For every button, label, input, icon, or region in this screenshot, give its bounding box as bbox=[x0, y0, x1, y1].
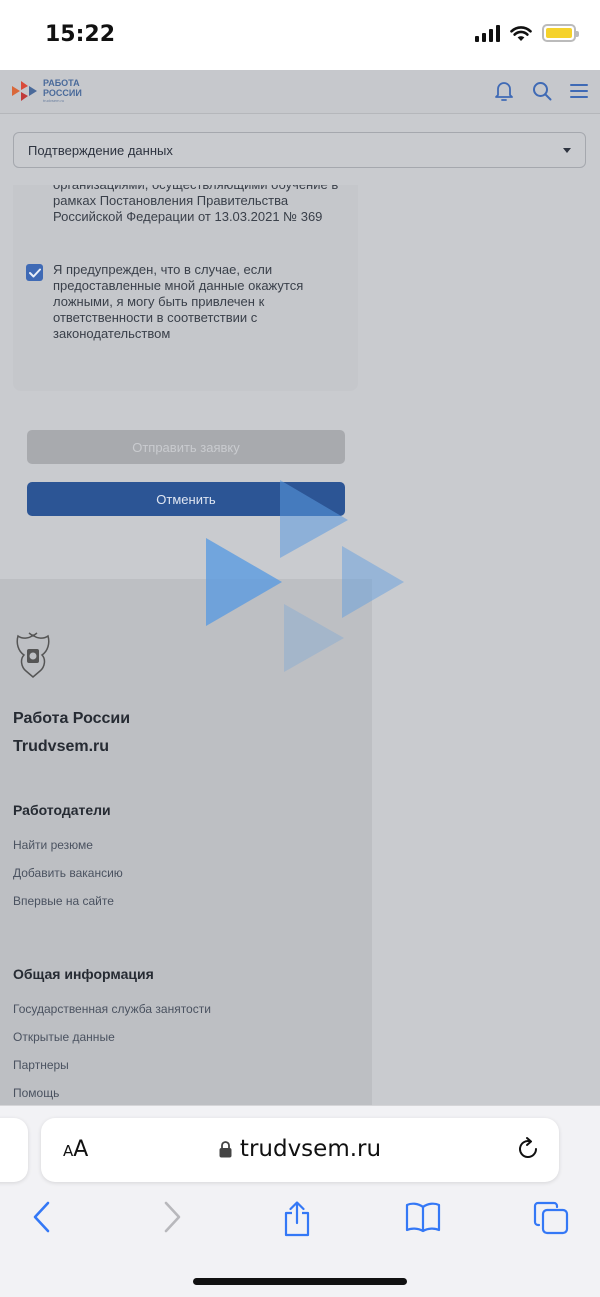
menu-icon[interactable] bbox=[570, 83, 588, 99]
back-icon[interactable] bbox=[32, 1201, 52, 1233]
status-time: 15:22 bbox=[45, 22, 116, 47]
warning-checkbox[interactable] bbox=[26, 264, 43, 281]
battery-icon bbox=[542, 24, 579, 42]
url-text: trudvsem.ru bbox=[239, 1136, 382, 1162]
footer-link-open-data[interactable]: Открытые данные bbox=[13, 1030, 115, 1044]
lock-icon bbox=[219, 1141, 232, 1158]
tabs-icon[interactable] bbox=[533, 1201, 569, 1235]
footer-link-employment-service[interactable]: Государственная служба занятости bbox=[13, 1002, 211, 1016]
employers-heading: Работодатели bbox=[13, 802, 111, 818]
bell-icon[interactable] bbox=[494, 80, 514, 102]
footer-link-partners[interactable]: Партнеры bbox=[13, 1058, 69, 1072]
logo-line1: РАБОТА bbox=[43, 78, 80, 88]
section-select-value: Подтверждение данных bbox=[28, 142, 173, 158]
previous-tab-preview[interactable] bbox=[0, 1118, 28, 1182]
footer-link-find-resume[interactable]: Найти резюме bbox=[13, 838, 93, 852]
site-logo[interactable]: РАБОТА РОССИИ trudvsem.ru bbox=[12, 78, 82, 103]
search-icon[interactable] bbox=[532, 81, 552, 101]
footer-link-first-time[interactable]: Впервые на сайте bbox=[13, 894, 114, 908]
checkmark-icon bbox=[28, 268, 41, 277]
reload-icon[interactable] bbox=[515, 1136, 541, 1162]
form-card: организациями, осуществляющими обучение … bbox=[13, 185, 358, 391]
footer-brand-line2: Trudvsem.ru bbox=[13, 738, 110, 755]
logo-sub: trudvsem.ru bbox=[43, 98, 65, 103]
site-header: РАБОТА РОССИИ trudvsem.ru bbox=[0, 70, 600, 114]
status-bar: 15:22 bbox=[0, 0, 600, 70]
footer-link-help[interactable]: Помощь bbox=[13, 1086, 59, 1100]
footer-link-add-vacancy[interactable]: Добавить вакансию bbox=[13, 866, 123, 880]
form-clipped-text: организациями, осуществляющими обучение … bbox=[53, 185, 338, 224]
section-select[interactable]: Подтверждение данных bbox=[13, 132, 586, 168]
logo-line2: РОССИИ bbox=[43, 88, 82, 98]
coat-of-arms-icon bbox=[16, 632, 50, 678]
submit-application-button[interactable]: Отправить заявку bbox=[27, 430, 345, 464]
cellular-signal-icon bbox=[475, 24, 500, 42]
warning-checkbox-row[interactable]: Я предупрежден, что в случае, если предо… bbox=[26, 262, 346, 342]
warning-checkbox-label: Я предупрежден, что в случае, если предо… bbox=[53, 262, 304, 341]
home-indicator[interactable] bbox=[193, 1278, 407, 1285]
share-icon[interactable] bbox=[282, 1201, 312, 1237]
bookmarks-icon[interactable] bbox=[405, 1201, 441, 1233]
loading-logo-icon bbox=[206, 480, 404, 672]
header-icons bbox=[494, 80, 588, 102]
footer-brand: Работа России Trudvsem.ru bbox=[13, 705, 130, 761]
status-icons bbox=[475, 24, 579, 42]
logo-arrows-icon bbox=[12, 80, 37, 101]
browser-bar: AA trudvsem.ru bbox=[0, 1105, 600, 1297]
address-bar[interactable]: AA trudvsem.ru bbox=[41, 1118, 559, 1182]
browser-toolbar bbox=[0, 1201, 600, 1241]
info-heading: Общая информация bbox=[13, 966, 154, 982]
url-display[interactable]: trudvsem.ru bbox=[41, 1136, 559, 1162]
forward-icon[interactable] bbox=[162, 1201, 182, 1233]
wifi-icon bbox=[510, 25, 532, 41]
chevron-down-icon bbox=[563, 148, 571, 153]
footer-brand-line1: Работа России bbox=[13, 710, 131, 727]
